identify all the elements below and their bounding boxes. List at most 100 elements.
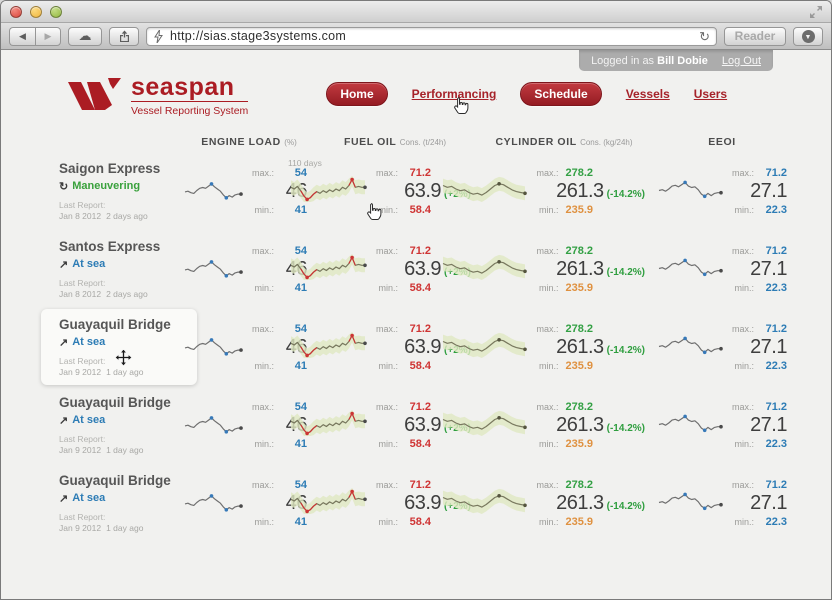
eeoi-current-value: 27.1	[750, 492, 787, 515]
min-label: min.:	[254, 283, 274, 293]
vessel-name: Guayaquil Bridge	[59, 473, 179, 488]
fuel-min-value: 58.4	[405, 516, 431, 528]
brand-logo[interactable]: seaspan Vessel Reporting System	[67, 76, 248, 117]
back-button[interactable]: ◀	[9, 27, 35, 46]
eeoi-sparkline	[656, 252, 724, 287]
logged-in-user: Bill Dobie	[657, 55, 708, 67]
cylinder-oil-sparkline	[440, 484, 528, 523]
window-resize-icon[interactable]	[809, 5, 823, 19]
fuel-oil-sparkline[interactable]	[288, 172, 368, 211]
fuel-max-value: 71.2	[405, 323, 431, 335]
eeoi-min-value: 22.3	[761, 282, 787, 294]
vessel-info-cell[interactable]: Guayaquil Bridge ↗ At sea Last Report: J…	[57, 473, 179, 533]
eeoi-min-value: 22.3	[761, 204, 787, 216]
status-label: At sea	[72, 336, 105, 348]
cylinder-current-value: 261.3	[556, 492, 604, 515]
last-report-label: Last Report:	[59, 434, 179, 445]
vessel-row[interactable]: Guayaquil Bridge ↗ At sea Last Report: J…	[57, 308, 787, 386]
eeoi-min-value: 22.3	[761, 360, 787, 372]
fuel-min-value: 58.4	[405, 204, 431, 216]
last-report-date: Jan 8 20122 days ago	[59, 289, 179, 299]
max-label: max.:	[376, 480, 398, 490]
icloud-tabs-button[interactable]: ☁	[68, 27, 102, 46]
reader-button[interactable]: Reader	[724, 27, 786, 46]
status-icon: ↗	[59, 336, 68, 349]
fuel-max-value: 71.2	[405, 479, 431, 491]
cylinder-delta: (-14.2%)	[607, 501, 645, 512]
cylinder-current-value: 261.3	[556, 258, 604, 281]
zoom-window-button[interactable]	[50, 6, 62, 18]
min-label: min.:	[254, 439, 274, 449]
max-label: max.:	[252, 246, 274, 256]
vessel-row[interactable]: Santos Express ↗ At sea Last Report: Jan…	[57, 230, 787, 308]
page-content: Logged in as Bill Dobie Log Out seaspan …	[1, 50, 831, 600]
report-ago: 1 day ago	[106, 367, 143, 377]
min-label: min.:	[734, 361, 754, 371]
eeoi-cell: max.:71.2 27.1 min.:22.3	[657, 401, 787, 450]
report-date: Jan 8 2012	[59, 211, 101, 221]
forward-button[interactable]: ▶	[35, 27, 61, 46]
nav-item-schedule[interactable]: Schedule	[520, 82, 601, 106]
max-label: max.:	[252, 402, 274, 412]
fuel-oil-sparkline[interactable]	[288, 406, 368, 445]
cylinder-oil-cell: max.:278.2 261.3(-14.2%) min.:235.9	[483, 479, 645, 528]
vessel-info-cell[interactable]: Saigon Express ↻ Maneuvering Last Report…	[57, 161, 179, 221]
nav-item-performancing[interactable]: Performancing	[412, 87, 497, 101]
min-label: min.:	[539, 205, 559, 215]
vessel-info-cell[interactable]: Guayaquil Bridge ↗ At sea Last Report: J…	[57, 395, 179, 455]
log-out-link[interactable]: Log Out	[722, 55, 761, 67]
cylinder-current-value: 261.3	[556, 414, 604, 437]
vessel-row[interactable]: Saigon Express ↻ Maneuvering Last Report…	[57, 152, 787, 230]
eeoi-sparkline	[656, 486, 724, 521]
eeoi-max-value: 71.2	[761, 167, 787, 179]
fuel-min-value: 58.4	[405, 438, 431, 450]
fuel-oil-sparkline[interactable]	[288, 484, 368, 523]
min-label: min.:	[254, 205, 274, 215]
vessel-status: ↗ At sea	[59, 258, 179, 271]
url-text[interactable]: http://sias.stage3systems.com	[170, 29, 693, 43]
eeoi-current-value: 27.1	[750, 414, 787, 437]
status-icon: ↗	[59, 414, 68, 427]
fuel-oil-sparkline[interactable]	[288, 328, 368, 367]
vessel-row[interactable]: Guayaquil Bridge ↗ At sea Last Report: J…	[57, 386, 787, 464]
vessel-status: ↗ At sea	[59, 414, 179, 427]
fuel-current-value: 63.9	[404, 492, 441, 515]
report-date: Jan 9 2012	[59, 445, 101, 455]
minimize-window-button[interactable]	[30, 6, 42, 18]
engine-load-sparkline	[182, 330, 244, 365]
history-nav-group: ◀ ▶	[9, 27, 61, 46]
report-date: Jan 9 2012	[59, 367, 101, 377]
cloud-icon: ☁	[79, 28, 92, 44]
vessel-info-cell[interactable]: Guayaquil Bridge ↗ At sea Last Report: J…	[57, 317, 179, 377]
last-report-label: Last Report:	[59, 356, 179, 367]
address-bar[interactable]: http://sias.stage3systems.com ↻	[146, 27, 717, 46]
min-label: min.:	[734, 439, 754, 449]
fuel-min-value: 58.4	[405, 360, 431, 372]
max-label: max.:	[376, 402, 398, 412]
eeoi-max-value: 71.2	[761, 401, 787, 413]
nav-item-vessels[interactable]: Vessels	[626, 87, 670, 101]
fuel-oil-sparkline[interactable]	[288, 250, 368, 289]
eeoi-cell: max.:71.2 27.1 min.:22.3	[657, 167, 787, 216]
fuel-max-value: 71.2	[405, 245, 431, 257]
vessel-info-cell[interactable]: Santos Express ↗ At sea Last Report: Jan…	[57, 239, 179, 299]
downloads-button[interactable]: ▼	[793, 27, 823, 46]
nav-item-users[interactable]: Users	[694, 87, 727, 101]
share-button[interactable]	[109, 27, 139, 46]
eeoi-sparkline	[656, 174, 724, 209]
vessel-status: ↗ At sea	[59, 492, 179, 505]
min-label: min.:	[378, 283, 398, 293]
report-ago: 2 days ago	[106, 211, 148, 221]
max-label: max.:	[252, 480, 274, 490]
vessel-row[interactable]: Guayaquil Bridge ↗ At sea Last Report: J…	[57, 464, 787, 542]
eeoi-max-value: 71.2	[761, 479, 787, 491]
window-titlebar[interactable]	[1, 1, 831, 23]
close-window-button[interactable]	[10, 6, 22, 18]
status-label: Maneuvering	[72, 180, 140, 192]
reload-icon[interactable]: ↻	[699, 30, 710, 43]
cylinder-delta: (-14.2%)	[607, 423, 645, 434]
nav-item-home[interactable]: Home	[326, 82, 387, 106]
last-report-label: Last Report:	[59, 278, 179, 289]
col-header-cylinder-oil: CYLINDER OIL Cons. (kg/24h)	[483, 136, 645, 148]
min-label: min.:	[378, 439, 398, 449]
